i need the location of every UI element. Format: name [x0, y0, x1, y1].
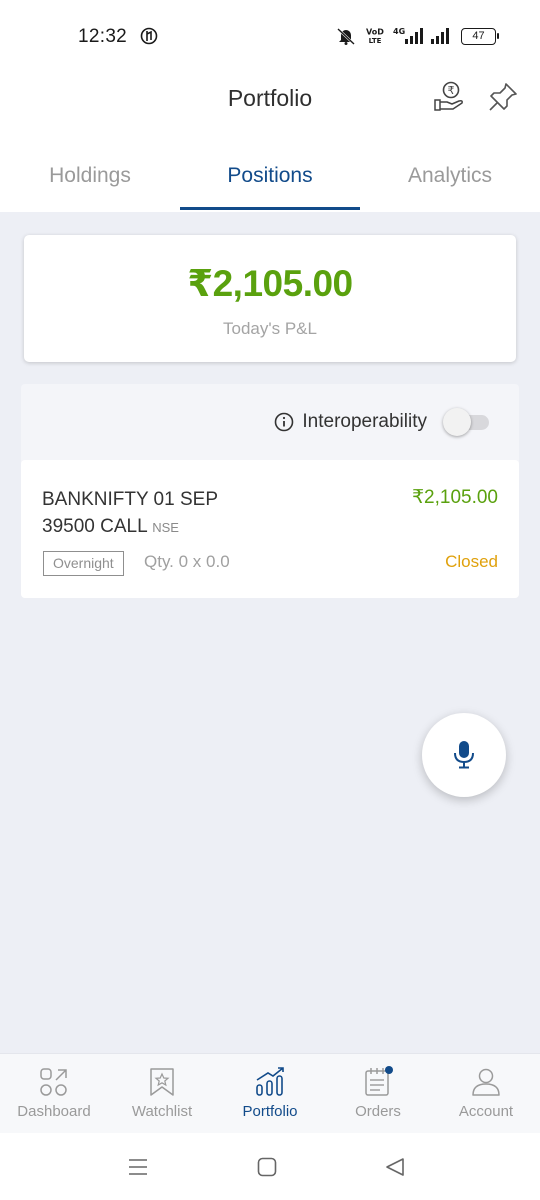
nav-watchlist[interactable]: Watchlist: [108, 1054, 216, 1134]
nav-dashboard-label: Dashboard: [17, 1103, 91, 1120]
nav-portfolio[interactable]: Portfolio: [216, 1054, 324, 1134]
tab-holdings[interactable]: Holdings: [0, 142, 180, 212]
app-header: Portfolio ₹: [0, 72, 540, 142]
position-row[interactable]: BANKNIFTY 01 SEP 39500 CALL NSE ₹2,105.0…: [21, 460, 519, 598]
svg-text:LTE: LTE: [369, 37, 382, 45]
pnl-summary-card: ₹2,105.00 Today's P&L: [24, 235, 516, 362]
interoperability-row: Interoperability: [274, 408, 491, 436]
volte-icon: VoD LTE: [366, 28, 384, 46]
position-symbol: BANKNIFTY 01 SEP 39500 CALL NSE: [42, 486, 302, 541]
pin-icon[interactable]: [486, 80, 520, 114]
rupee-hand-icon[interactable]: ₹: [432, 80, 466, 114]
tab-analytics[interactable]: Analytics: [360, 142, 540, 212]
nav-account[interactable]: Account: [432, 1054, 540, 1134]
interoperability-toggle[interactable]: [443, 408, 491, 436]
signal-4g-icon: 4G: [393, 27, 423, 44]
toggle-knob: [443, 408, 471, 436]
system-navigation-bar: [0, 1133, 540, 1200]
signal-icon: [431, 28, 449, 44]
product-tag: Overnight: [43, 551, 124, 576]
home-icon[interactable]: [257, 1157, 277, 1177]
position-exchange: NSE: [152, 520, 179, 535]
nav-account-label: Account: [458, 1103, 514, 1120]
app-notification-icon: [140, 27, 158, 45]
back-icon[interactable]: [385, 1157, 405, 1177]
position-symbol-line2: 39500 CALL: [42, 516, 147, 537]
position-status: Closed: [445, 552, 498, 571]
position-pnl: ₹2,105.00: [411, 487, 498, 508]
tab-positions[interactable]: Positions: [180, 142, 360, 212]
nav-portfolio-label: Portfolio: [242, 1103, 298, 1120]
battery-level: 47: [472, 29, 485, 42]
portfolio-tabs: Holdings Positions Analytics: [0, 142, 540, 212]
voice-search-button[interactable]: [422, 713, 506, 797]
battery-icon: 47: [461, 27, 499, 45]
nav-watchlist-label: Watchlist: [131, 1103, 193, 1120]
status-time: 12:32: [78, 26, 128, 47]
interoperability-label: Interoperability: [302, 411, 427, 432]
account-icon: [472, 1068, 500, 1096]
info-icon[interactable]: [274, 412, 294, 432]
pnl-label: Today's P&L: [223, 319, 317, 338]
pnl-value: ₹2,105.00: [187, 263, 353, 304]
nav-dashboard[interactable]: Dashboard: [0, 1054, 108, 1134]
portfolio-icon: [256, 1067, 284, 1096]
position-symbol-line1: BANKNIFTY 01 SEP: [42, 489, 218, 510]
svg-text:4G: 4G: [393, 27, 405, 36]
positions-section: Interoperability BANKNIFTY 01 SEP 39500 …: [21, 384, 519, 598]
mute-bell-icon: [337, 28, 355, 45]
position-qty: Qty. 0 x 0.0: [144, 552, 230, 571]
recent-apps-icon[interactable]: [128, 1157, 148, 1177]
svg-text:VoD: VoD: [366, 28, 384, 37]
status-bar: 12:32 VoD LTE 4G 47: [0, 0, 540, 72]
svg-text:₹: ₹: [448, 84, 455, 97]
orders-icon: [365, 1066, 393, 1096]
microphone-icon: [454, 741, 474, 769]
dashboard-icon: [40, 1068, 67, 1096]
status-indicators: VoD LTE 4G 47: [335, 25, 499, 47]
nav-orders[interactable]: Orders: [324, 1054, 432, 1134]
nav-orders-label: Orders: [355, 1103, 401, 1120]
watchlist-icon: [150, 1068, 174, 1096]
position-symbol-line2-wrap: 39500 CALL NSE: [42, 513, 302, 541]
bottom-navigation: Dashboard Watchlist Portfolio Orders Acc…: [0, 1053, 540, 1133]
